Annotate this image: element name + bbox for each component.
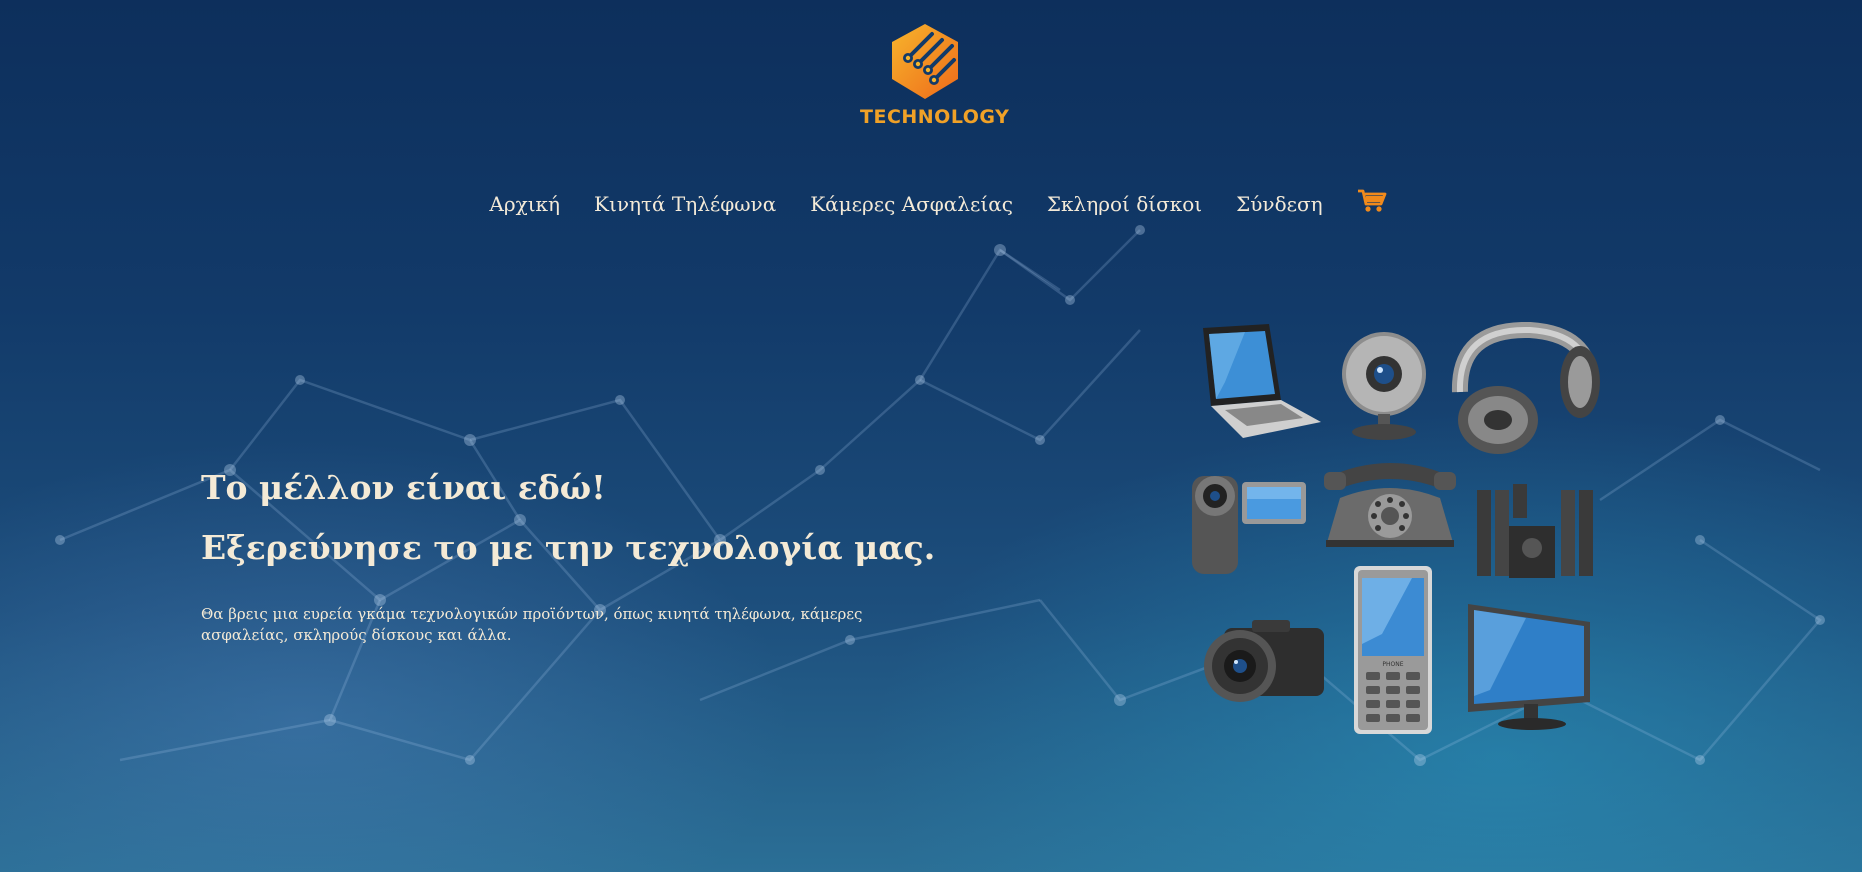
- speakers-icon: [1477, 484, 1593, 578]
- webcam-icon: [1342, 332, 1426, 440]
- mobile-phone-icon: PHONE: [1354, 566, 1432, 734]
- nav-item-hard-drives[interactable]: Σκληροί δίσκοι: [1047, 192, 1202, 216]
- hero-subheadline: Εξερεύνησε το με την τεχνολογία μας.: [201, 528, 936, 567]
- logo-chip-icon: [892, 24, 958, 99]
- hero-description: Θα βρεις μια ευρεία γκάμα τεχνολογικών π…: [201, 605, 863, 644]
- laptop-icon: [1203, 324, 1321, 438]
- headphones-icon: [1451, 322, 1600, 454]
- nav-item-login[interactable]: Σύνδεση: [1236, 192, 1323, 216]
- hero-section: Το μέλλον είναι εδώ! Εξερεύνησε το με τη…: [201, 458, 936, 646]
- nav-item-security-cameras[interactable]: Κάμερες Ασφαλείας: [810, 192, 1013, 216]
- nav-item-home[interactable]: Αρχική: [489, 192, 560, 216]
- camcorder-icon: [1192, 476, 1306, 574]
- products-illustration: PHONE: [1180, 322, 1600, 742]
- shopping-cart-icon[interactable]: [1357, 188, 1387, 214]
- camera-icon: [1204, 620, 1324, 702]
- main-navigation: Αρχική Κινητά Τηλέφωνα Κάμερες Ασφαλείας…: [0, 186, 1862, 222]
- telephone-icon: [1324, 463, 1456, 547]
- hero-headline: Το μέλλον είναι εδώ!: [201, 468, 606, 507]
- site-logo[interactable]: TECHNOLOGY: [860, 14, 1010, 134]
- monitor-icon: [1468, 604, 1590, 730]
- nav-item-mobile-phones[interactable]: Κινητά Τηλέφωνα: [594, 192, 776, 216]
- logo-text: TECHNOLOGY: [860, 106, 1010, 128]
- phone-brand-text: PHONE: [1382, 661, 1403, 668]
